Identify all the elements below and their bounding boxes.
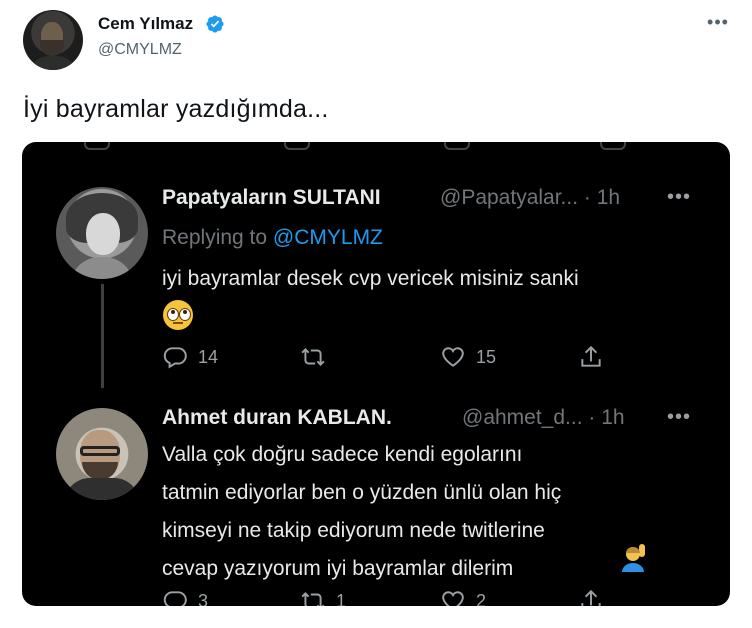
reply-author-name: Ahmet duran KABLAN. xyxy=(162,406,392,429)
reply-action: 14 xyxy=(162,344,218,370)
cropped-action-icons xyxy=(22,142,730,150)
like-count: 2 xyxy=(476,590,487,607)
replying-to: Replying to @CMYLMZ xyxy=(162,226,383,250)
like-action: 15 xyxy=(440,344,496,370)
tweet-media-screenshot[interactable]: Papatyaların SULTANI @Papatyalar... · 1h… xyxy=(22,142,730,606)
reply-text: Valla çok doğru sadece kendi egolarını xyxy=(162,443,523,466)
share-icon xyxy=(581,345,601,367)
author-display-name[interactable]: Cem Yılmaz xyxy=(98,14,193,34)
more-horizontal-icon: ••• xyxy=(667,186,692,208)
heart-icon xyxy=(442,347,464,367)
person-raising-hand-emoji-icon xyxy=(622,544,645,572)
retweet-action: 1 xyxy=(300,588,346,606)
reply-author-name: Papatyaların SULTANI xyxy=(162,186,381,209)
reply-bubble-icon xyxy=(163,591,187,606)
reply-text: cevap yazıyorum iyi bayramlar dilerim xyxy=(162,557,514,580)
reply-count: 14 xyxy=(198,346,219,367)
verified-badge-icon xyxy=(206,15,224,33)
more-horizontal-icon: ••• xyxy=(667,406,692,428)
share-action xyxy=(578,344,604,370)
reply-author-handle: @ahmet_d... · 1h xyxy=(462,406,625,429)
author-avatar[interactable] xyxy=(23,10,83,70)
reply-avatar xyxy=(56,408,148,500)
heart-icon xyxy=(442,591,464,606)
share-action xyxy=(578,588,604,606)
reply-text: iyi bayramlar desek cvp vericek misiniz … xyxy=(162,267,579,290)
retweet-action xyxy=(300,344,326,370)
like-count: 15 xyxy=(476,346,497,367)
rolling-eyes-emoji-icon xyxy=(163,300,193,330)
reply-text: kimseyi ne takip ediyorum nede twitlerin… xyxy=(162,519,545,542)
more-horizontal-icon[interactable]: ••• xyxy=(704,12,732,32)
like-action: 2 xyxy=(440,588,486,606)
reply-avatar xyxy=(56,187,148,279)
share-icon xyxy=(581,589,601,606)
replying-label: Replying to xyxy=(162,226,268,249)
reply-action: 3 xyxy=(162,588,208,606)
reply-author-handle: @Papatyalar... · 1h xyxy=(440,186,621,209)
author-handle[interactable]: @CMYLMZ xyxy=(98,41,182,59)
reply-bubble-icon xyxy=(163,347,187,369)
reply-count: 3 xyxy=(198,590,209,607)
replying-handle: @CMYLMZ xyxy=(272,226,383,249)
retweet-count: 1 xyxy=(336,590,347,607)
retweet-icon xyxy=(301,348,325,366)
reply-text: tatmin ediyorlar ben o yüzden ünlü olan … xyxy=(162,481,562,504)
retweet-icon xyxy=(301,592,325,606)
thread-connector-line xyxy=(101,284,104,388)
tweet-text: İyi bayramlar yazdığımda... xyxy=(23,95,329,123)
